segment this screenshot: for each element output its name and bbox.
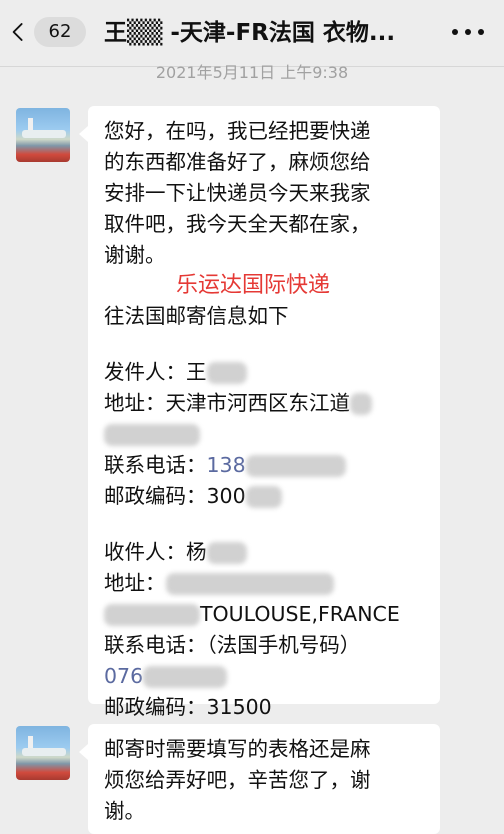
- chat-header: 62 王▒▒ -天津-FR法国 衣物...: [0, 0, 504, 67]
- message-line: 您好，在吗，我已经把要快递: [104, 119, 371, 143]
- message-line: 取件吧，我今天全天都在家，: [104, 212, 371, 236]
- courier-stamp-text: 乐运达国际快递: [176, 273, 331, 298]
- message-line: 的东西都准备好了，麻烦您给: [104, 150, 371, 174]
- more-options-button[interactable]: [452, 20, 484, 44]
- avatar[interactable]: [16, 726, 70, 780]
- recipient-phone-link[interactable]: 076: [104, 664, 143, 688]
- sender-zip: 300: [206, 484, 246, 508]
- sender-address: 天津市河西区东江道: [165, 391, 351, 415]
- sender-phone-row: 联系电话：138: [104, 450, 424, 481]
- sender-phone-link[interactable]: 138: [207, 453, 246, 477]
- redacted-blur: [206, 362, 247, 384]
- message-line: 邮寄时需要填写的表格还是麻: [104, 737, 371, 761]
- message-line: 谢。: [104, 799, 145, 823]
- dot-icon: [465, 29, 471, 35]
- recipient-zip-row: 邮政编码：31500: [104, 695, 272, 719]
- info-heading: 往法国邮寄信息如下: [104, 304, 289, 328]
- recipient-phone-note: （法国手机号码）: [206, 633, 361, 657]
- chevron-left-icon: [12, 23, 23, 41]
- chat-title: 王▒▒ -天津-FR法国 衣物...: [104, 20, 396, 46]
- recipient-city-country: TOULOUSE,FRANCE: [200, 602, 400, 626]
- redacted-blur: [104, 604, 200, 626]
- recipient-address-row: 地址：: [104, 568, 424, 599]
- message-bubble[interactable]: 邮寄时需要填写的表格还是麻 烦您给弄好吧，辛苦您了，谢 谢。: [79, 724, 440, 834]
- message-line: 谢谢。: [104, 243, 166, 267]
- sender-zip-row: 邮政编码：300: [104, 481, 424, 512]
- sender-address-line2: [104, 419, 424, 450]
- recipient-zip: 31500: [206, 695, 272, 719]
- redacted-blur: [245, 455, 346, 477]
- redacted-blur: [104, 424, 200, 446]
- message-line: 安排一下让快递员今天来我家: [104, 181, 371, 205]
- redacted-blur: [206, 542, 247, 564]
- redacted-blur: [143, 666, 228, 688]
- redacted-blur: [350, 393, 372, 415]
- sender-address-row: 地址：天津市河西区东江道: [104, 388, 424, 419]
- redacted-blur: [165, 573, 334, 595]
- redacted-blur: [245, 486, 282, 508]
- avatar[interactable]: [16, 108, 70, 162]
- back-button[interactable]: 62: [10, 14, 86, 50]
- recipient-name: 杨: [186, 540, 207, 564]
- recipient-phone-row: 联系电话：（法国手机号码）: [104, 633, 361, 657]
- recipient-address-line2: TOULOUSE,FRANCE: [104, 599, 424, 630]
- recipient-phone-number-row: 076: [104, 661, 424, 692]
- dot-icon: [478, 29, 484, 35]
- dot-icon: [452, 29, 458, 35]
- sender-name: 王: [186, 360, 207, 384]
- recipient-name-row: 收件人：杨: [104, 537, 424, 568]
- message-line: 烦您给弄好吧，辛苦您了，谢: [104, 768, 371, 792]
- message-timestamp: 2021年5月11日 上午9:38: [155, 63, 349, 82]
- sender-name-row: 发件人：王: [104, 357, 424, 388]
- unread-count-badge: 62: [34, 17, 86, 47]
- message-bubble[interactable]: 您好，在吗，我已经把要快递 的东西都准备好了，麻烦您给 安排一下让快递员今天来我…: [79, 106, 440, 719]
